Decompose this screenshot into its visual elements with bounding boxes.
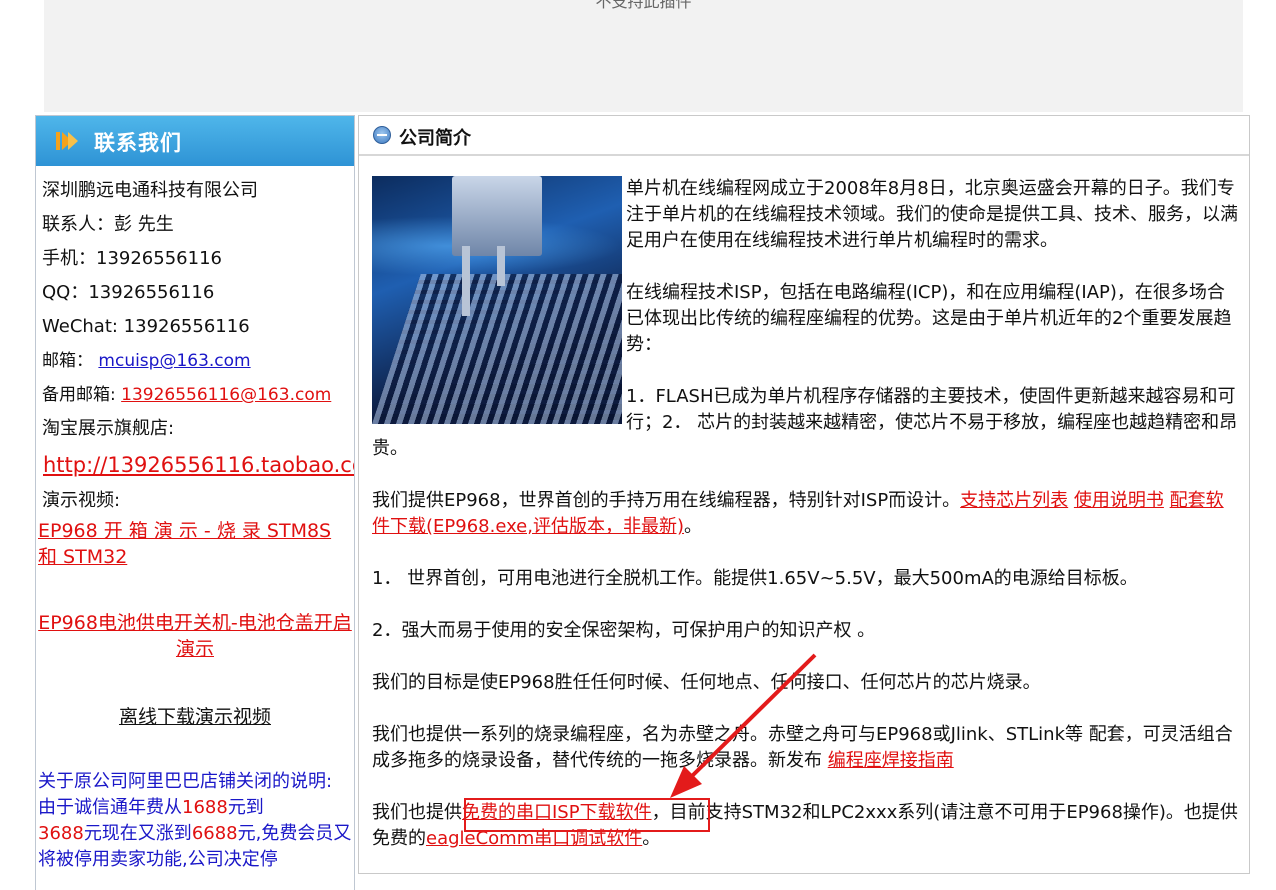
video-link-unboxing[interactable]: EP968 开 箱 演 示 - 烧 录 STM8S 和 STM32 <box>36 518 354 570</box>
wechat-id: WeChat: 13926556116 <box>42 316 250 337</box>
manual-link[interactable]: 使用说明书 <box>1074 490 1164 511</box>
contact-title: 联系我们 <box>94 131 182 155</box>
socket-welding-guide-link[interactable]: 编程座焊接指南 <box>828 750 954 771</box>
taobao-label: 淘宝展示旗舰店: <box>42 418 175 439</box>
video-link-offline[interactable]: 离线下载演示视频 <box>36 702 354 729</box>
company-profile-panel: 公司简介 单片机在线编程网成立于2008年8月8日，北京奥运盛会开幕的日子。我们… <box>358 115 1250 874</box>
feature-2: 2．强大而易于使用的安全保密架构，可保护用户的知识产权 。 <box>372 620 876 641</box>
ep968-paragraph: 我们提供EP968，世界首创的手持万用在线编程器，特别针对ISP而设计。支持芯片… <box>372 488 1238 540</box>
alibaba-notice[interactable]: 关于原公司阿里巴巴店铺关闭的说明: 由于诚信通年费从1688元到 3688元现在又… <box>36 769 354 873</box>
email-label: 邮箱： <box>42 351 93 371</box>
phone-number: 手机：13926556116 <box>42 248 222 269</box>
video-link-battery[interactable]: EP968电池供电开关机-电池仓盖开启演示 <box>36 610 354 662</box>
contact-panel-header: 联系我们 <box>36 116 354 166</box>
plugin-unsupported-text: 不支持此插件 <box>595 0 692 11</box>
annotation-highlight-box <box>464 798 710 832</box>
notice-price-2: 3688 <box>38 823 84 844</box>
socket-paragraph: 我们也提供一系列的烧录编程座，名为赤壁之舟。赤壁之舟可与EP968或Jlink、… <box>372 722 1238 774</box>
email-row: 邮箱： mcuisp@163.com <box>36 344 354 378</box>
programmer-machine-image <box>372 176 622 424</box>
contact-panel: 联系我们 深圳鹏远电通科技有限公司 联系人：彭 先生 手机：1392655611… <box>35 115 355 890</box>
contact-person: 联系人：彭 先生 <box>42 214 174 235</box>
taobao-link[interactable]: http://13926556116.taobao.com <box>43 453 354 477</box>
play-arrows-icon <box>56 132 78 150</box>
backup-email-link[interactable]: 13926556116@163.com <box>121 385 331 405</box>
feature-1: 1． 世界首创，可用电池进行全脱机工作。能提供1.65V~5.5V，最大500m… <box>372 568 1138 589</box>
profile-header: 公司简介 <box>359 116 1249 156</box>
plugin-placeholder: 不支持此插件 <box>44 0 1243 112</box>
backup-email-row: 备用邮箱: 13926556116@163.com <box>36 378 354 412</box>
taobao-row: http://13926556116.taobao.com <box>36 446 354 484</box>
company-name: 深圳鹏远电通科技有限公司 <box>42 180 258 201</box>
ep968-text: 我们提供EP968，世界首创的手持万用在线编程器，特别针对ISP而设计。 <box>372 490 961 511</box>
notice-text-2: 元到 <box>227 797 264 818</box>
socket-text: 我们也提供一系列的烧录编程座，名为赤壁之舟。赤壁之舟可与EP968或Jlink、… <box>372 724 1233 771</box>
profile-content: 单片机在线编程网成立于2008年8月8日，北京奥运盛会开幕的日子。我们专注于单片… <box>372 176 1238 878</box>
notice-text-3: 元现在又涨到 <box>83 823 192 844</box>
ep968-end: 。 <box>684 516 703 537</box>
goal-paragraph: 我们的目标是使EP968胜任任何时候、任何地点、任何接口、任何芯片的芯片烧录。 <box>372 672 1041 693</box>
notice-price-3: 6688 <box>191 823 238 844</box>
profile-title: 公司简介 <box>399 128 471 149</box>
backup-email-label: 备用邮箱: <box>42 385 116 405</box>
email-link[interactable]: mcuisp@163.com <box>98 351 250 371</box>
qq-number: QQ：13926556116 <box>42 282 215 303</box>
chip-list-link[interactable]: 支持芯片列表 <box>960 490 1068 511</box>
video-label: 演示视频: <box>42 490 121 511</box>
circle-minus-icon <box>373 126 391 144</box>
free-software-text-1: 我们也提供 <box>372 802 462 823</box>
notice-price-1: 1688 <box>182 797 228 818</box>
